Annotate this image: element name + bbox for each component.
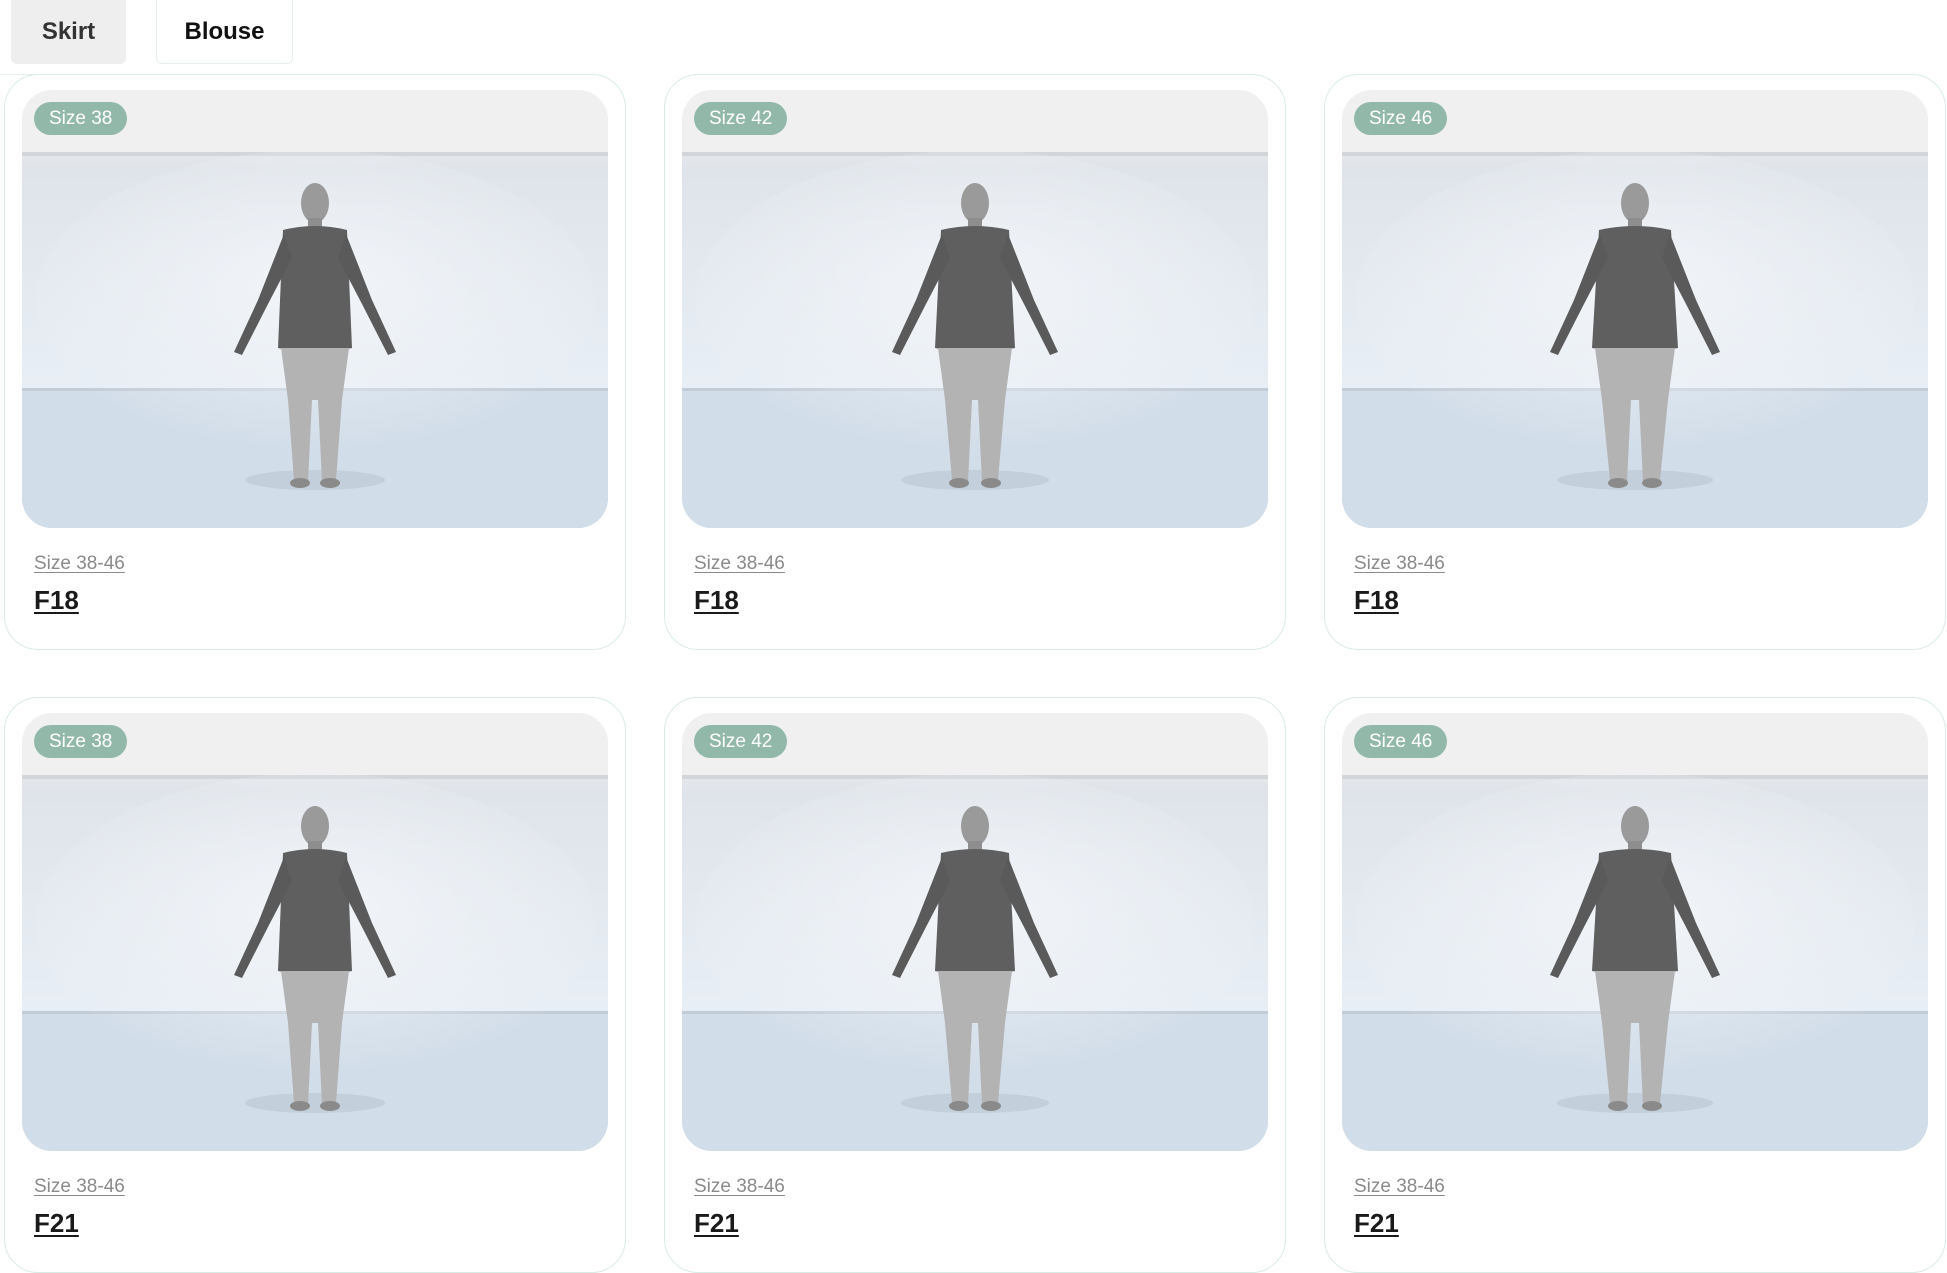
size-range-link[interactable]: Size 38-46 (1354, 553, 1445, 575)
size-range-link[interactable]: Size 38-46 (1354, 1176, 1445, 1198)
size-badge: Size 42 (694, 102, 788, 135)
avatar-model-link[interactable]: F21 (34, 1208, 79, 1239)
tab-blouse[interactable]: Blouse (156, 0, 293, 64)
size-range-link[interactable]: Size 38-46 (694, 553, 785, 575)
avatar-preview-image[interactable]: Size 38 (22, 713, 608, 1151)
avatar-card[interactable]: Size 42 Size 38-46 F18 (664, 74, 1286, 650)
avatar-card[interactable]: Size 46 Size 38-46 F21 (1324, 697, 1946, 1273)
avatar-preview-image[interactable]: Size 38 (22, 90, 608, 528)
avatar-card[interactable]: Size 38 Size 38-46 F21 (4, 697, 626, 1273)
avatar-model-link[interactable]: F18 (1354, 585, 1399, 616)
avatar-card[interactable]: Size 46 Size 38-46 F18 (1324, 74, 1946, 650)
avatar-3d-preview (1342, 90, 1928, 528)
avatar-model-link[interactable]: F21 (1354, 1208, 1399, 1239)
size-range-link[interactable]: Size 38-46 (694, 1176, 785, 1198)
avatar-preview-image[interactable]: Size 46 (1342, 90, 1928, 528)
avatar-card[interactable]: Size 42 Size 38-46 F21 (664, 697, 1286, 1273)
avatar-model-link[interactable]: F18 (694, 585, 739, 616)
size-range-link[interactable]: Size 38-46 (34, 1176, 125, 1198)
tab-skirt[interactable]: Skirt (11, 0, 126, 64)
avatar-3d-preview (682, 713, 1268, 1151)
avatar-3d-preview (682, 90, 1268, 528)
avatar-preview-image[interactable]: Size 42 (682, 90, 1268, 528)
size-badge: Size 42 (694, 725, 788, 758)
avatar-preview-image[interactable]: Size 42 (682, 713, 1268, 1151)
avatar-3d-preview (22, 713, 608, 1151)
size-badge: Size 46 (1354, 725, 1448, 758)
size-badge: Size 38 (34, 725, 128, 758)
garment-tabs: Skirt Blouse (0, 0, 1947, 75)
avatar-model-link[interactable]: F18 (34, 585, 79, 616)
size-badge: Size 46 (1354, 102, 1448, 135)
size-badge: Size 38 (34, 102, 128, 135)
avatar-model-link[interactable]: F21 (694, 1208, 739, 1239)
avatar-preview-image[interactable]: Size 46 (1342, 713, 1928, 1151)
size-range-link[interactable]: Size 38-46 (34, 553, 125, 575)
avatar-card[interactable]: Size 38 Size 38-46 F18 (4, 74, 626, 650)
avatar-3d-preview (22, 90, 608, 528)
avatar-3d-preview (1342, 713, 1928, 1151)
